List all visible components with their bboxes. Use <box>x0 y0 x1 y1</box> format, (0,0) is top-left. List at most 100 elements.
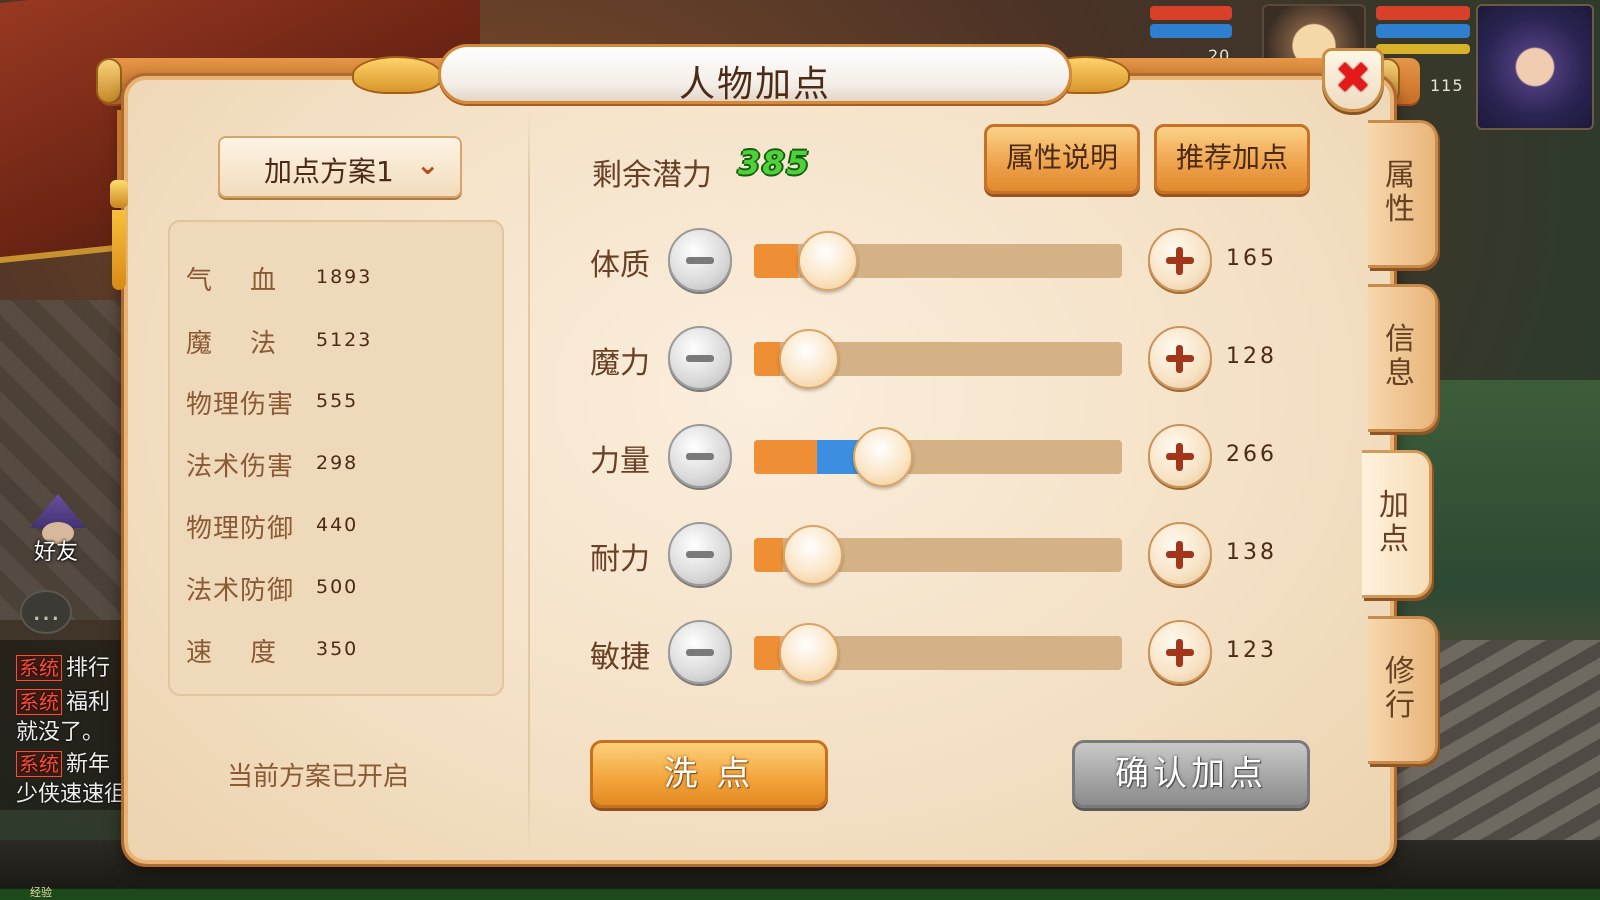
attr-label: 魔力 <box>590 346 650 381</box>
attribute-info-button[interactable]: 属性说明 <box>984 124 1140 194</box>
attr-value: 266 <box>1226 442 1277 467</box>
chat-line: 系统 福利 <box>16 684 110 716</box>
plus-button[interactable] <box>1148 326 1212 390</box>
hero-hp-bar <box>1376 6 1470 20</box>
stat-value: 555 <box>316 390 359 412</box>
tab-add-points[interactable]: 加点 <box>1362 450 1432 598</box>
stat-label: 魔 法 <box>186 329 278 359</box>
stat-row-mp: 魔 法 5123 <box>186 323 486 363</box>
attr-value: 123 <box>1226 638 1277 663</box>
tab-attributes[interactable]: 属性 <box>1368 120 1438 268</box>
stat-label: 法术伤害 <box>186 452 295 482</box>
hero-rage-bar <box>1376 44 1470 54</box>
close-icon: ✖ <box>1334 53 1372 104</box>
tab-label: 修行 <box>1385 654 1415 723</box>
panel-divider <box>528 110 530 850</box>
plus-button[interactable] <box>1148 228 1212 292</box>
slider-fill <box>754 636 780 670</box>
slider-fill <box>754 538 784 572</box>
plus-button[interactable] <box>1148 522 1212 586</box>
stat-value: 298 <box>316 452 359 474</box>
attr-row-constitution: 体质 165 <box>590 228 1310 294</box>
hero-level: 115 <box>1430 76 1464 95</box>
slider-fill <box>754 440 817 474</box>
close-button[interactable]: ✖ <box>1322 48 1384 112</box>
system-tag: 系统 <box>16 689 62 715</box>
attr-row-strength: 力量 266 <box>590 424 1310 490</box>
chevron-down-icon: ⌄ <box>416 148 440 181</box>
stat-label: 速 度 <box>186 638 278 668</box>
plus-button[interactable] <box>1148 424 1212 488</box>
pet-mp-bar <box>1150 24 1232 38</box>
stat-label: 物理防御 <box>186 514 295 544</box>
attribute-points-dialog: 加点方案1 ⌄ 气 血 1893 魔 法 5123 物理伤害 555 法术伤害 … <box>124 76 1394 864</box>
experience-bar <box>0 888 1600 900</box>
plan-dropdown[interactable]: 加点方案1 ⌄ <box>218 136 462 198</box>
attr-slider[interactable] <box>754 329 1122 389</box>
stat-row-hp: 气 血 1893 <box>186 260 486 300</box>
plus-button[interactable] <box>1148 620 1212 684</box>
attr-slider[interactable] <box>754 623 1122 683</box>
friends-button[interactable]: 好友 <box>24 494 94 565</box>
dialog-title: 人物加点 <box>678 64 831 105</box>
tassel-ornament <box>108 110 130 290</box>
confirm-points-button[interactable]: 确认加点 <box>1072 740 1310 808</box>
attr-slider[interactable] <box>754 231 1122 291</box>
chat-panel[interactable]: 系统 排行 系统 福利 就没了。 系统 新年 少侠速速徂 <box>0 640 128 810</box>
attr-label: 力量 <box>590 444 650 479</box>
hero-portrait[interactable] <box>1476 4 1594 130</box>
attr-slider[interactable] <box>754 427 1122 487</box>
attr-label: 敏捷 <box>590 640 650 675</box>
minus-button[interactable] <box>668 228 732 292</box>
attr-value: 165 <box>1226 246 1277 271</box>
system-tag: 系统 <box>16 655 62 681</box>
slider-fill <box>754 244 799 278</box>
minus-button[interactable] <box>668 424 732 488</box>
attr-value: 138 <box>1226 540 1277 565</box>
stat-row-magic-defense: 法术防御 500 <box>186 570 486 610</box>
attr-row-magic: 魔力 128 <box>590 326 1310 392</box>
tab-cultivation[interactable]: 修行 <box>1368 616 1438 764</box>
chat-bubble-icon[interactable]: … <box>20 590 72 634</box>
minus-button[interactable] <box>668 326 732 390</box>
plan-dropdown-label: 加点方案1 <box>264 155 394 188</box>
slider-knob[interactable] <box>852 427 913 487</box>
attr-label: 体质 <box>590 248 650 283</box>
stat-label: 法术防御 <box>186 576 295 606</box>
friends-label: 好友 <box>34 540 79 565</box>
attr-slider[interactable] <box>754 525 1122 585</box>
slider-knob[interactable] <box>797 231 858 291</box>
experience-label: 经验 <box>30 886 52 899</box>
minus-button[interactable] <box>668 620 732 684</box>
stat-row-magic-damage: 法术伤害 298 <box>186 446 486 486</box>
stat-row-speed: 速 度 350 <box>186 632 486 672</box>
remaining-potential-label: 剩余潜力 <box>592 158 712 193</box>
cloud-ornament-left <box>352 56 442 94</box>
stat-value: 5123 <box>316 329 373 351</box>
stat-row-physical-damage: 物理伤害 555 <box>186 384 486 424</box>
tab-label: 信息 <box>1385 322 1415 391</box>
slider-knob[interactable] <box>782 525 843 585</box>
attr-label: 耐力 <box>590 542 650 577</box>
slider-knob[interactable] <box>779 329 840 389</box>
tab-label: 加点 <box>1379 488 1409 557</box>
reset-points-button[interactable]: 洗 点 <box>590 740 828 808</box>
slider-knob[interactable] <box>779 623 840 683</box>
minus-button[interactable] <box>668 522 732 586</box>
slider-fill <box>754 342 780 376</box>
stat-value: 440 <box>316 514 359 536</box>
tab-info[interactable]: 信息 <box>1368 284 1438 432</box>
plan-status-text: 当前方案已开启 <box>226 762 409 792</box>
title-plate: 人物加点 <box>438 44 1072 105</box>
stats-panel: 气 血 1893 魔 法 5123 物理伤害 555 法术伤害 298 物理防御… <box>168 220 504 696</box>
stat-row-physical-defense: 物理防御 440 <box>186 508 486 548</box>
scroll-end-left <box>96 58 122 104</box>
attr-value: 128 <box>1226 344 1277 369</box>
chat-line: 系统 新年 <box>16 746 110 778</box>
recommend-points-button[interactable]: 推荐加点 <box>1154 124 1310 194</box>
attr-row-endurance: 耐力 138 <box>590 522 1310 588</box>
stat-value: 500 <box>316 576 359 598</box>
chat-line: 少侠速速徂 <box>16 782 127 807</box>
stat-value: 350 <box>316 638 359 660</box>
system-tag: 系统 <box>16 751 62 777</box>
